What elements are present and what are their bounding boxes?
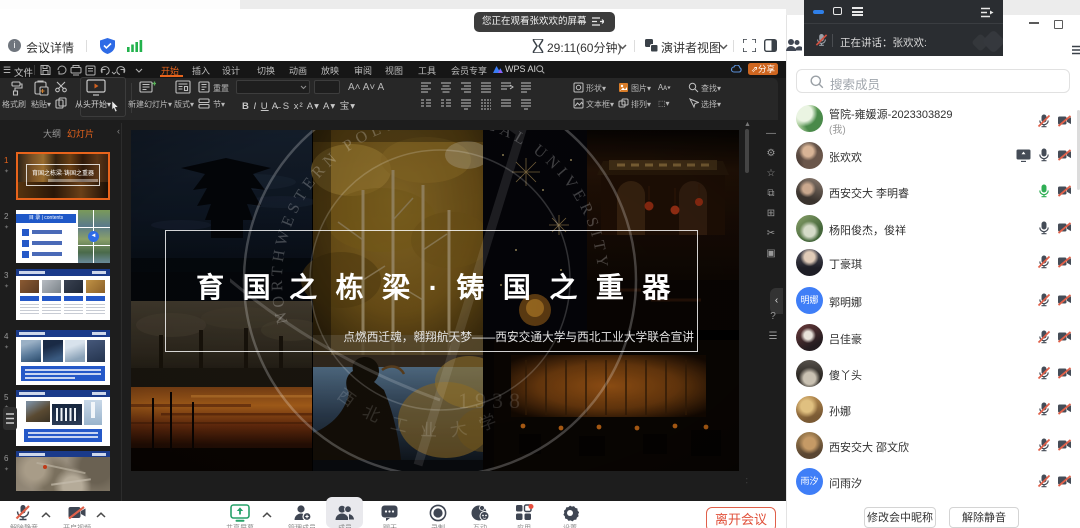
svg-text:1938: 1938 — [458, 388, 526, 413]
